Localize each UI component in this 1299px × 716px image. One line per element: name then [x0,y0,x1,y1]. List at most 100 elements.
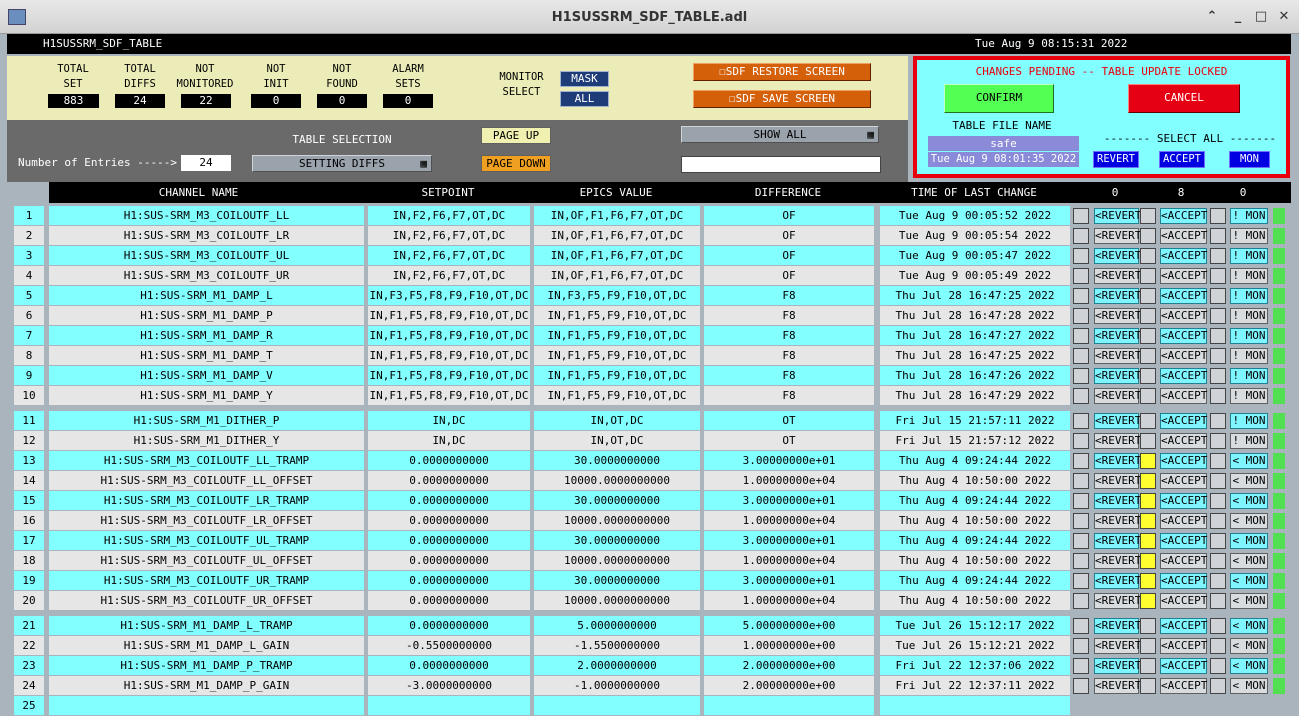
mon-checkbox[interactable] [1210,248,1226,264]
revert-button[interactable]: <REVERT [1094,513,1141,529]
accept-button[interactable]: <ACCEPT [1160,308,1207,324]
revert-button[interactable]: <REVERT [1094,368,1141,384]
revert-checkbox[interactable] [1073,368,1089,384]
mon-checkbox[interactable] [1210,433,1226,449]
revert-button[interactable]: <REVERT [1094,348,1141,364]
mon-checkbox[interactable] [1210,513,1226,529]
revert-button[interactable]: <REVERT [1094,208,1141,224]
mon-button[interactable]: < MON [1230,453,1268,469]
revert-checkbox[interactable] [1073,248,1089,264]
mon-button[interactable]: ! MON [1230,248,1268,264]
mon-button[interactable]: ! MON [1230,328,1268,344]
mon-checkbox[interactable] [1210,593,1226,609]
mon-checkbox[interactable] [1210,388,1226,404]
revert-button[interactable]: <REVERT [1094,533,1141,549]
revert-checkbox[interactable] [1073,308,1089,324]
revert-button[interactable]: <REVERT [1094,493,1141,509]
accept-checkbox[interactable] [1140,368,1156,384]
accept-checkbox[interactable] [1140,593,1156,609]
accept-checkbox[interactable] [1140,658,1156,674]
accept-checkbox[interactable] [1140,308,1156,324]
mon-button[interactable]: ! MON [1230,288,1268,304]
accept-button[interactable]: <ACCEPT [1160,248,1207,264]
collapse-icon[interactable]: ⌃ [1203,9,1221,25]
accept-checkbox[interactable] [1140,208,1156,224]
mon-checkbox[interactable] [1210,208,1226,224]
accept-checkbox[interactable] [1140,433,1156,449]
revert-checkbox[interactable] [1073,678,1089,694]
mon-checkbox[interactable] [1210,638,1226,654]
revert-button[interactable]: <REVERT [1094,473,1141,489]
revert-checkbox[interactable] [1073,388,1089,404]
accept-button[interactable]: <ACCEPT [1160,433,1207,449]
revert-checkbox[interactable] [1073,658,1089,674]
accept-checkbox[interactable] [1140,618,1156,634]
page-down-button[interactable]: PAGE DOWN [481,155,551,172]
sdf-restore-screen-button[interactable]: ☐SDF RESTORE SCREEN [693,63,871,81]
accept-button[interactable]: <ACCEPT [1160,368,1207,384]
mon-button[interactable]: < MON [1230,533,1268,549]
mon-button[interactable]: ! MON [1230,388,1268,404]
mon-button[interactable]: ! MON [1230,268,1268,284]
accept-checkbox[interactable] [1140,678,1156,694]
revert-checkbox[interactable] [1073,228,1089,244]
revert-checkbox[interactable] [1073,493,1089,509]
revert-checkbox[interactable] [1073,638,1089,654]
accept-checkbox[interactable] [1140,493,1156,509]
cancel-button[interactable]: CANCEL [1128,84,1240,113]
select-all-revert-button[interactable]: REVERT [1093,151,1139,168]
mon-button[interactable]: < MON [1230,493,1268,509]
accept-button[interactable]: <ACCEPT [1160,288,1207,304]
mon-button[interactable]: ! MON [1230,228,1268,244]
revert-checkbox[interactable] [1073,328,1089,344]
mon-button[interactable]: < MON [1230,593,1268,609]
mask-button[interactable]: MASK [560,71,609,87]
accept-checkbox[interactable] [1140,248,1156,264]
mon-button[interactable]: < MON [1230,573,1268,589]
mon-button[interactable]: ! MON [1230,348,1268,364]
maximize-icon[interactable]: □ [1252,9,1270,25]
accept-checkbox[interactable] [1140,348,1156,364]
revert-checkbox[interactable] [1073,573,1089,589]
mon-checkbox[interactable] [1210,618,1226,634]
accept-checkbox[interactable] [1140,533,1156,549]
accept-button[interactable]: <ACCEPT [1160,208,1207,224]
revert-checkbox[interactable] [1073,593,1089,609]
accept-button[interactable]: <ACCEPT [1160,513,1207,529]
revert-checkbox[interactable] [1073,533,1089,549]
accept-button[interactable]: <ACCEPT [1160,553,1207,569]
confirm-button[interactable]: CONFIRM [944,84,1054,113]
sdf-save-screen-button[interactable]: ☐SDF SAVE SCREEN [693,90,871,108]
mon-checkbox[interactable] [1210,268,1226,284]
revert-button[interactable]: <REVERT [1094,268,1141,284]
revert-checkbox[interactable] [1073,473,1089,489]
mon-button[interactable]: < MON [1230,658,1268,674]
mon-checkbox[interactable] [1210,328,1226,344]
mon-checkbox[interactable] [1210,288,1226,304]
mon-checkbox[interactable] [1210,348,1226,364]
mon-button[interactable]: < MON [1230,513,1268,529]
accept-checkbox[interactable] [1140,388,1156,404]
accept-checkbox[interactable] [1140,328,1156,344]
mon-button[interactable]: < MON [1230,553,1268,569]
table-selection-dropdown[interactable]: SETTING DIFFS ▦ [252,155,432,172]
revert-button[interactable]: <REVERT [1094,248,1141,264]
accept-button[interactable]: <ACCEPT [1160,638,1207,654]
mon-checkbox[interactable] [1210,413,1226,429]
revert-checkbox[interactable] [1073,553,1089,569]
revert-checkbox[interactable] [1073,618,1089,634]
accept-button[interactable]: <ACCEPT [1160,348,1207,364]
select-all-mon-button[interactable]: MON [1229,151,1270,168]
mon-button[interactable]: ! MON [1230,413,1268,429]
revert-button[interactable]: <REVERT [1094,453,1141,469]
accept-button[interactable]: <ACCEPT [1160,268,1207,284]
accept-checkbox[interactable] [1140,413,1156,429]
accept-checkbox[interactable] [1140,638,1156,654]
revert-button[interactable]: <REVERT [1094,228,1141,244]
revert-checkbox[interactable] [1073,433,1089,449]
mon-checkbox[interactable] [1210,453,1226,469]
revert-button[interactable]: <REVERT [1094,593,1141,609]
minimize-icon[interactable]: _ [1229,9,1247,25]
revert-button[interactable]: <REVERT [1094,308,1141,324]
revert-checkbox[interactable] [1073,413,1089,429]
